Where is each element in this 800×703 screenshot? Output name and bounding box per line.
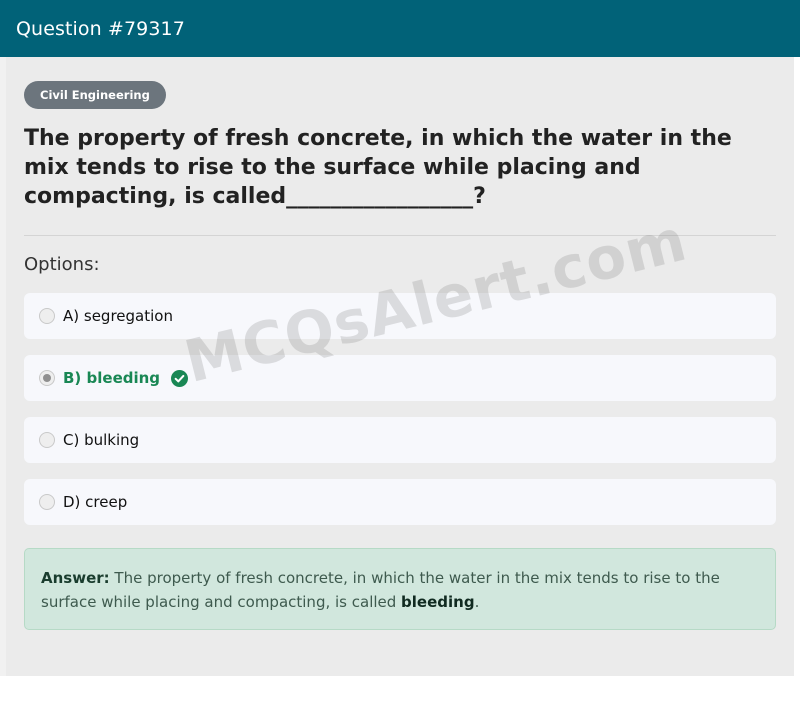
- check-circle-icon: [171, 369, 189, 387]
- option-d[interactable]: D) creep: [24, 479, 776, 525]
- divider: [24, 235, 776, 236]
- options-heading: Options:: [24, 254, 100, 275]
- answer-label: Answer:: [41, 569, 110, 587]
- radio-option-c[interactable]: [39, 432, 55, 448]
- radio-option-d[interactable]: [39, 494, 55, 510]
- card-header: Question #79317: [0, 0, 800, 57]
- answer-box: Answer: The property of fresh concrete, …: [24, 548, 776, 630]
- answer-keyword: bleeding: [401, 593, 475, 611]
- option-a[interactable]: A) segregation: [24, 293, 776, 339]
- option-c[interactable]: C) bulking: [24, 417, 776, 463]
- category-badge[interactable]: Civil Engineering: [24, 81, 166, 109]
- answer-text: The property of fresh concrete, in which…: [41, 569, 720, 611]
- option-b[interactable]: B) bleeding: [24, 355, 776, 401]
- question-text: The property of fresh concrete, in which…: [24, 126, 732, 209]
- question-card: Question #79317 Civil Engineering The pr…: [0, 0, 800, 676]
- answer-text-end: .: [474, 593, 480, 611]
- card-right-edge: [794, 57, 800, 676]
- option-d-label: D) creep: [63, 493, 128, 511]
- option-c-label: C) bulking: [63, 431, 140, 449]
- radio-option-b[interactable]: [39, 370, 55, 386]
- option-b-label: B) bleeding: [63, 369, 161, 387]
- option-a-label: A) segregation: [63, 307, 173, 325]
- radio-option-a[interactable]: [39, 308, 55, 324]
- question-title: Question #79317: [16, 17, 185, 40]
- card-left-edge: [0, 57, 6, 676]
